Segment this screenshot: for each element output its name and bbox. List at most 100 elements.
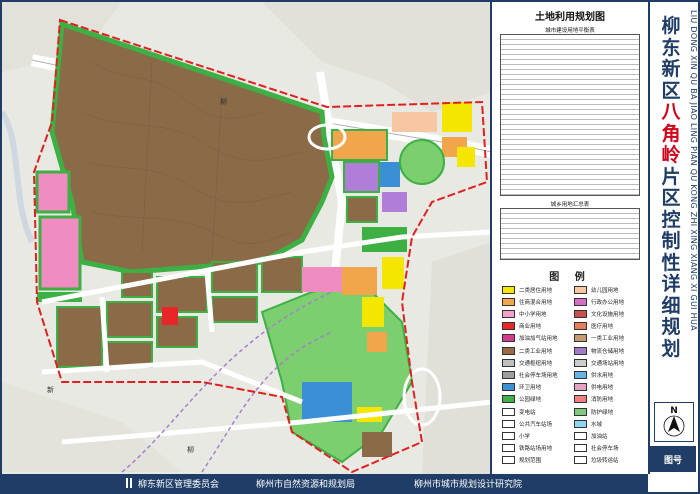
legend-item: 中小学用地 xyxy=(502,308,547,319)
plan-sheet: 柳 柳 新 土地利用规划图 城市建设用地平衡表 城乡用地汇总表 图 例 二类居住… xyxy=(0,0,700,494)
legend-swatch xyxy=(502,431,515,440)
legend-label: 公共汽车站场 xyxy=(519,421,553,428)
legend-swatch xyxy=(574,431,587,440)
legend-item: 交通枢纽用地 xyxy=(502,357,552,368)
legend-item: 文化设施用地 xyxy=(574,308,624,319)
legend-label: 铁路站场用地 xyxy=(519,446,553,453)
legend-item: 消防用地 xyxy=(574,394,613,405)
legend-label: 消防用地 xyxy=(591,397,614,404)
residential-plot-a xyxy=(382,257,404,289)
legend-swatch xyxy=(574,370,587,379)
legend-swatch xyxy=(574,334,587,343)
legend-item: 加油加气站用地 xyxy=(502,333,558,344)
hilltop-park xyxy=(399,139,445,185)
title-char: 制 xyxy=(661,230,681,252)
title-char: 片 xyxy=(661,165,681,188)
legend-item: 供水用地 xyxy=(574,369,613,380)
title-char: 规 xyxy=(661,316,681,338)
legend-item: 公共汽车站场 xyxy=(502,418,552,429)
title-strip: 柳东新区八角岭片区控制性详细规划 LIU DONG XIN QU BA JIAO… xyxy=(648,2,698,474)
legend-swatch xyxy=(574,407,587,416)
legend-label: 变电站 xyxy=(519,409,536,416)
legend-swatch xyxy=(574,456,587,465)
legend-label: 规划范围 xyxy=(519,458,542,465)
org-institute: 柳州市城市规划设计研究院 xyxy=(414,480,523,490)
table-row xyxy=(501,254,639,259)
title-char: 八 xyxy=(661,101,681,123)
title-char: 划 xyxy=(661,337,681,360)
legend-item: 行政办公用地 xyxy=(574,296,624,307)
table1-title: 城市建设用地平衡表 xyxy=(545,28,595,34)
legend-panel: 土地利用规划图 城市建设用地平衡表 城乡用地汇总表 图 例 二类居住用地 住商混合… xyxy=(490,2,648,474)
commercial-plot xyxy=(162,307,178,325)
org-bureau: 柳州市自然资源和规划局 xyxy=(256,480,356,490)
legend-item: 小学 xyxy=(502,430,530,441)
legend-swatch xyxy=(502,358,515,367)
title-char: 细 xyxy=(661,294,681,317)
legend-item: 供电用地 xyxy=(574,382,613,393)
legend-label: 公园绿地 xyxy=(519,397,542,404)
plan-title: 柳东新区八角岭片区控制性详细规划 xyxy=(656,15,686,360)
legend-label: 加油站 xyxy=(591,433,608,440)
legend-swatch xyxy=(502,444,515,453)
legend-swatch xyxy=(574,383,587,392)
legend-label: 物流仓储用地 xyxy=(591,348,625,355)
school-block-north xyxy=(35,170,71,214)
title-char: 角 xyxy=(661,122,681,145)
mixed-use-plot-b xyxy=(367,332,387,352)
title-char: 控 xyxy=(661,208,681,231)
road-label-2: 柳 xyxy=(187,445,194,454)
road-label-3: 新 xyxy=(47,385,54,394)
legend-label: 住商混合用地 xyxy=(519,299,553,306)
legend-item: 垃圾转运站 xyxy=(574,455,619,466)
legend-item: 防护绿地 xyxy=(574,406,613,417)
legend-label: 交通枢纽用地 xyxy=(519,360,553,367)
bar-divider xyxy=(126,478,128,488)
legend-label: 商业用地 xyxy=(519,324,542,331)
legend-swatch xyxy=(502,285,515,294)
land-balance-table xyxy=(500,34,640,196)
legend-swatch xyxy=(502,407,515,416)
legend-item: 公园绿地 xyxy=(502,394,541,405)
legend-label: 社会停车场 xyxy=(591,446,619,453)
legend-label: 二类工业用地 xyxy=(519,348,553,355)
legend-label: 中小学用地 xyxy=(519,311,547,318)
legend-item: 变电站 xyxy=(502,406,536,417)
legend-item: 一类工业用地 xyxy=(574,333,624,344)
map-heading: 土地利用规划图 xyxy=(535,12,605,23)
title-char: 区 xyxy=(661,79,681,102)
legend-swatch xyxy=(574,395,587,404)
school-plot-central xyxy=(302,267,342,292)
legend-item: 社会停车场 xyxy=(574,443,619,454)
legend-item: 二类工业用地 xyxy=(502,345,552,356)
legend-title: 图 例 xyxy=(549,272,591,283)
legend-label: 供电用地 xyxy=(591,385,614,392)
legend-swatch xyxy=(502,334,515,343)
bar-divider xyxy=(130,478,132,488)
legend-label: 环卫用地 xyxy=(519,385,542,392)
legend-swatch xyxy=(574,444,587,453)
title-char: 柳 xyxy=(661,15,681,37)
legend-swatch xyxy=(502,383,515,392)
industrial-plot-south xyxy=(362,432,392,457)
urban-rural-table xyxy=(500,208,640,260)
title-char: 性 xyxy=(661,251,681,274)
legend-swatch xyxy=(502,297,515,306)
school-block-south xyxy=(38,215,82,291)
legend-item: 幼儿园用地 xyxy=(574,284,619,295)
legend-label: 幼儿园用地 xyxy=(591,287,619,294)
legend-label: 防护绿地 xyxy=(591,409,614,416)
legend-swatch xyxy=(574,419,587,428)
legend-swatch xyxy=(502,419,515,428)
table2-title: 城乡用地汇总表 xyxy=(550,202,590,208)
legend-swatch xyxy=(574,309,587,318)
title-char: 东 xyxy=(661,36,681,59)
legend-label: 垃圾转运站 xyxy=(591,458,619,465)
legend-label: 文化设施用地 xyxy=(591,311,625,318)
plan-title-pinyin: LIU DONG XIN QU BA JIAO LING PIAN QU KON… xyxy=(689,10,698,331)
sheet-number-label: 图号 xyxy=(650,446,696,472)
north-label: N xyxy=(670,406,678,416)
road-label-1: 柳 xyxy=(220,97,227,106)
legend-item: 规划范围 xyxy=(502,455,541,466)
mixed-use-plot-a xyxy=(342,267,377,295)
